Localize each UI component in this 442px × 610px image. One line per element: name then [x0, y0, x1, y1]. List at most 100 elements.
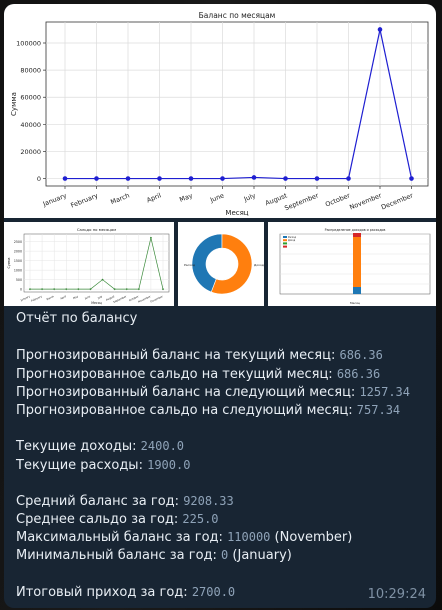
current-row: Текущие доходы: 2400.0	[16, 437, 428, 455]
current-value: 1900.0	[147, 457, 191, 472]
saldo-plot-area	[23, 233, 170, 293]
balance-point-august	[283, 176, 288, 181]
total-income-label: Итоговый приход за год:	[16, 584, 192, 600]
x-tick-label-january: January	[41, 191, 68, 208]
balance-point-june	[220, 176, 225, 181]
balance-point-july	[251, 175, 257, 180]
current-label: Текущие расходы:	[16, 457, 148, 473]
donut-chart-thumbnail[interactable]: Расход Доход	[178, 222, 264, 306]
x-tick-label-november: November	[348, 191, 383, 211]
saldo-chart-thumbnail[interactable]: 0 500 1000 1500 2000 2500 January February March…	[4, 222, 174, 306]
balance-chart-xlabel: Месяц	[225, 209, 248, 217]
bar-legend-swatch-3	[283, 245, 287, 248]
bar-chart-xlabel: Месяц	[350, 301, 360, 305]
stacked-bar-segment-0	[353, 233, 361, 237]
year-stats-list: Средний баланс за год: 9208.33 Среднее са…	[16, 492, 428, 565]
current-label: Текущие доходы:	[16, 439, 141, 455]
balance-point-march	[125, 176, 131, 181]
year-stat-label: Максимальный баланс за год:	[16, 530, 228, 546]
balance-point-january	[62, 176, 68, 181]
balance-chart-ylabel: Сумма	[10, 92, 18, 116]
bar-legend-swatch-0	[283, 236, 287, 238]
y-tick-label: 100000	[16, 40, 41, 48]
year-stat-suffix: (January)	[228, 548, 292, 564]
total-income-row: Итоговый приход за год: 2700.0	[16, 583, 428, 601]
forecast-label: Прогнозированный баланс на текущий месяц…	[16, 348, 340, 364]
balance-point-february	[94, 176, 99, 181]
saldo-point	[162, 288, 164, 291]
bar-legend-swatch-1	[283, 239, 287, 242]
forecast-value: 686.36	[336, 366, 381, 381]
saldo-y-tick-label: 1500	[14, 259, 22, 263]
year-stat-suffix: (November)	[270, 530, 353, 546]
plot-area	[45, 21, 429, 187]
saldo-x-tick-label: January	[19, 294, 31, 302]
stacked-bar-chart-svg: РасходДоходРаспределение доходов и расхо…	[279, 228, 431, 305]
message-bubble: 0 20000 40000 60000 80000 100000 January Februa…	[4, 4, 436, 608]
current-list: Текущие доходы: 2400.0 Текущие расходы: 1…	[16, 437, 428, 473]
stacked-bar-chart-thumbnail[interactable]: Расход Доход Распределение доходов и расхо…	[268, 222, 436, 306]
balance-point-september	[314, 176, 320, 181]
year-stat-row: Средний баланс за год: 9208.33	[16, 492, 428, 510]
forecast-label: Прогнозированное сальдо на текущий месяц…	[16, 366, 337, 382]
y-tick-label: 20000	[20, 148, 41, 156]
donut-chart-svg: Расход Доход	[184, 233, 264, 295]
x-tick-label-march: March	[109, 191, 130, 206]
year-stat-label: Минимальный баланс за год:	[16, 548, 222, 564]
x-tick-label-december: December	[380, 191, 415, 211]
saldo-point	[125, 288, 128, 291]
donut-label-expense: Расход	[184, 263, 195, 267]
saldo-x-tick-label: September	[112, 294, 128, 304]
y-tick-label: 0	[37, 175, 41, 183]
forecast-row: Прогнозированное сальдо на следующий мес…	[16, 401, 428, 419]
saldo-point	[89, 288, 92, 291]
saldo-point	[137, 288, 140, 291]
balance-chart-title: Баланс по месяцам	[199, 11, 276, 20]
year-stat-row: Максимальный баланс за год: 110000 (Nove…	[16, 528, 428, 546]
balance-point-december	[409, 176, 414, 181]
stacked-bar-segment-2	[353, 287, 361, 294]
saldo-x-tick-label: April	[60, 294, 67, 300]
total-income-value: 2700.0	[191, 584, 236, 599]
saldo-x-tick-label: December	[150, 294, 165, 304]
saldo-x-tick-label: July	[96, 294, 103, 300]
year-stat-value: 9208.33	[183, 493, 234, 508]
balance-point-november	[377, 27, 383, 32]
balance-point-april	[157, 176, 162, 181]
saldo-y-tick-label: 1000	[14, 268, 22, 272]
saldo-y-tick-label: 500	[16, 278, 22, 282]
forecast-list: Прогнозированный баланс на текущий месяц…	[16, 346, 428, 419]
saldo-chart-svg: 0 500 1000 1500 2000 2500 January February March…	[7, 227, 170, 305]
x-tick-label-may: May	[178, 191, 194, 204]
report-title: Отчёт по балансу	[16, 311, 138, 326]
balance-chart[interactable]: 0 20000 40000 60000 80000 100000 January Februa…	[4, 4, 436, 218]
saldo-point	[29, 288, 31, 291]
bar-legend-swatch-2	[283, 242, 287, 245]
y-tick-label: 40000	[20, 121, 41, 129]
year-stat-value: 225.0	[182, 512, 219, 527]
saldo-point	[150, 236, 152, 239]
y-tick-label: 80000	[20, 67, 41, 75]
forecast-label: Прогнозированное сальдо на следующий мес…	[16, 402, 357, 418]
stacked-bar-segment-1	[353, 237, 361, 287]
year-stat-label: Средний баланс за год:	[16, 493, 184, 509]
saldo-x-tick-label: June	[83, 294, 91, 301]
donut-label-income: Доход	[254, 263, 264, 267]
year-stat-label: Среднее сальдо за год:	[16, 512, 183, 528]
bar-chart-title: Распределение доходов и расходов	[325, 228, 386, 232]
saldo-point	[41, 288, 43, 291]
report-text: Отчёт по балансу Прогнозированный баланс…	[16, 310, 428, 601]
saldo-y-tick-label: 2500	[14, 240, 22, 244]
forecast-row: Прогнозированный баланс на следующий мес…	[16, 383, 428, 401]
year-stat-row: Минимальный баланс за год: 0 (January)	[16, 546, 428, 564]
x-tick-label-july: July	[242, 191, 257, 203]
balance-chart-svg: 0 20000 40000 60000 80000 100000 January Februa…	[10, 11, 429, 217]
saldo-point	[113, 288, 116, 291]
saldo-x-tick-label: February	[30, 294, 43, 303]
current-value: 2400.0	[140, 439, 185, 454]
forecast-row: Прогнозированный баланс на текущий месяц…	[16, 346, 428, 364]
saldo-y-tick-label: 0	[20, 287, 22, 291]
forecast-value: 686.36	[339, 348, 383, 363]
forecast-row: Прогнозированное сальдо на текущий месяц…	[16, 365, 428, 383]
saldo-chart-title: Сальдо по месяцам	[77, 227, 116, 232]
